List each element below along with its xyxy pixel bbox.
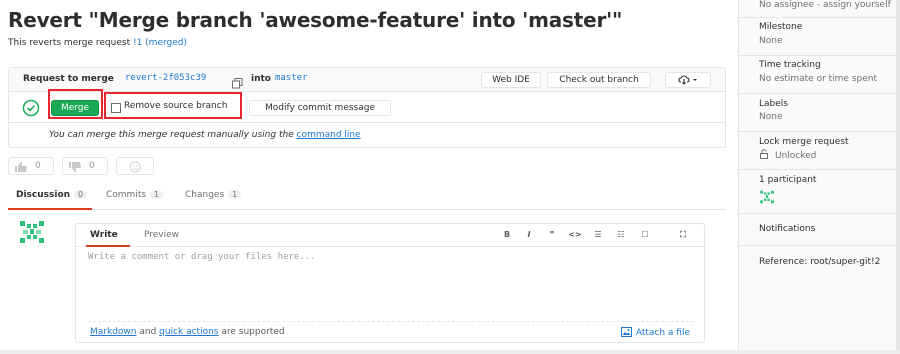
tab-commits-label: Commits xyxy=(106,190,147,200)
sidebar-labels: Labels None xyxy=(739,94,900,132)
attach-file-label: Attach a file xyxy=(635,328,690,338)
download-icon xyxy=(678,75,697,85)
command-line-link[interactable]: command line xyxy=(297,130,361,140)
screenshot-shadow-right xyxy=(896,0,900,354)
comment-textarea[interactable]: Write a comment or drag your files here.… xyxy=(88,252,316,262)
main-content: Revert "Merge branch 'awesome-feature' i… xyxy=(0,0,738,354)
fullscreen-icon[interactable]: ⛶ xyxy=(676,230,690,240)
thumbs-up-award[interactable]: 0 xyxy=(8,157,54,175)
active-tab-indicator xyxy=(8,208,92,210)
quote-icon[interactable]: ❞ xyxy=(545,230,559,239)
user-avatar[interactable] xyxy=(18,220,46,244)
and-text: and xyxy=(136,327,160,337)
merge-widget-header: Request to merge revert-2f053c39 into ma… xyxy=(9,68,725,92)
markdown-link[interactable]: Markdown xyxy=(90,327,136,337)
supported-text: are supported xyxy=(218,327,285,337)
tab-discussion-label: Discussion xyxy=(16,190,71,200)
sidebar-lock: Lock merge request Unlocked xyxy=(739,132,900,170)
milestone-title: Milestone xyxy=(759,22,803,32)
target-branch-link[interactable]: master xyxy=(275,73,308,83)
lock-value-row: Unlocked xyxy=(759,149,816,161)
into-label: into xyxy=(251,74,271,84)
bold-icon[interactable]: B xyxy=(500,230,514,239)
italic-icon[interactable]: I xyxy=(522,230,536,239)
sidebar-time-tracking: Time tracking No estimate or time spent xyxy=(739,56,900,94)
merge-request-link[interactable]: !1 xyxy=(133,38,142,48)
web-ide-button[interactable]: Web IDE xyxy=(481,72,541,88)
preview-tab[interactable]: Preview xyxy=(144,230,179,240)
labels-title: Labels xyxy=(759,99,788,109)
task-list-icon[interactable]: ☐ xyxy=(638,230,652,239)
thumbs-down-award[interactable]: 0 xyxy=(62,157,108,175)
participants-title: 1 participant xyxy=(759,175,817,185)
comment-tabs: Write Preview B I ❞ <> ☰ ☷ ☐ ⛶ xyxy=(76,224,704,247)
comment-form: Write Preview B I ❞ <> ☰ ☷ ☐ ⛶ Write a c… xyxy=(75,223,705,343)
sidebar-notifications: Notifications xyxy=(739,214,900,246)
tab-changes-count: 1 xyxy=(228,190,242,199)
sidebar-participants: 1 participant xyxy=(739,170,900,214)
participant-avatar[interactable] xyxy=(759,189,775,208)
screenshot-shadow-bottom xyxy=(0,350,900,354)
numbered-list-icon[interactable]: ☷ xyxy=(614,230,628,239)
assignee-value[interactable]: No assignee - assign yourself xyxy=(759,0,891,10)
comment-footer: Markdown and quick actions are supported… xyxy=(88,321,694,341)
image-icon xyxy=(620,327,632,337)
page-subtitle: This reverts merge request !1 (merged) xyxy=(8,38,187,48)
modify-commit-message-button[interactable]: Modify commit message xyxy=(249,100,391,116)
merge-highlight-box xyxy=(48,89,103,119)
thumbs-up-icon xyxy=(15,162,27,172)
quick-actions-link[interactable]: quick actions xyxy=(159,327,218,337)
smiley-icon xyxy=(129,161,141,173)
tab-commits[interactable]: Commits 1 xyxy=(106,190,164,200)
write-tab-indicator xyxy=(86,245,130,247)
sidebar-reference: Reference: root/super-git!2 xyxy=(739,246,900,282)
lock-value: Unlocked xyxy=(775,151,817,161)
merged-link[interactable]: (merged) xyxy=(142,38,187,48)
markdown-hint: Markdown and quick actions are supported xyxy=(90,327,285,337)
tab-discussion[interactable]: Discussion 0 xyxy=(16,190,88,200)
time-tracking-value: No estimate or time spent xyxy=(759,74,877,84)
request-to-merge-label: Request to merge xyxy=(23,74,114,84)
tab-changes[interactable]: Changes 1 xyxy=(185,190,242,200)
tab-commits-count: 1 xyxy=(150,190,164,199)
reference-text[interactable]: Reference: root/super-git!2 xyxy=(759,257,880,267)
notifications-title: Notifications xyxy=(759,224,816,234)
time-tracking-title: Time tracking xyxy=(759,60,821,70)
manual-merge-note: You can merge this merge request manuall… xyxy=(49,130,361,140)
tab-discussion-count: 0 xyxy=(74,190,88,199)
manual-merge-text: You can merge this merge request manuall… xyxy=(49,130,294,140)
add-reaction-button[interactable] xyxy=(116,157,154,175)
tab-changes-label: Changes xyxy=(185,190,225,200)
remove-source-highlight-box xyxy=(104,92,242,119)
download-dropdown-button[interactable] xyxy=(665,72,711,88)
copy-icon[interactable] xyxy=(232,74,243,89)
sidebar-assignee: No assignee - assign yourself xyxy=(739,0,900,18)
thumbs-down-count: 0 xyxy=(89,161,95,171)
source-branch-link[interactable]: revert-2f053c39 xyxy=(125,73,206,83)
sidebar-milestone: Milestone None xyxy=(739,18,900,56)
status-check-icon xyxy=(22,99,40,117)
thumbs-up-count: 0 xyxy=(35,161,41,171)
attach-file-button[interactable]: Attach a file xyxy=(620,327,690,338)
code-icon[interactable]: <> xyxy=(568,230,582,239)
write-tab[interactable]: Write xyxy=(90,230,118,240)
lock-open-icon xyxy=(760,149,768,159)
thumbs-down-icon xyxy=(69,162,81,172)
right-sidebar: No assignee - assign yourself Milestone … xyxy=(738,0,900,354)
check-out-branch-button[interactable]: Check out branch xyxy=(547,72,651,88)
page-title: Revert "Merge branch 'awesome-feature' i… xyxy=(8,8,623,32)
subtitle-prefix: This reverts merge request xyxy=(8,38,133,48)
lock-title: Lock merge request xyxy=(759,137,849,147)
labels-value: None xyxy=(759,112,783,122)
milestone-value: None xyxy=(759,36,783,46)
merge-request-tabs: Discussion 0 Commits 1 Changes 1 xyxy=(8,185,726,210)
bullet-list-icon[interactable]: ☰ xyxy=(591,230,605,239)
